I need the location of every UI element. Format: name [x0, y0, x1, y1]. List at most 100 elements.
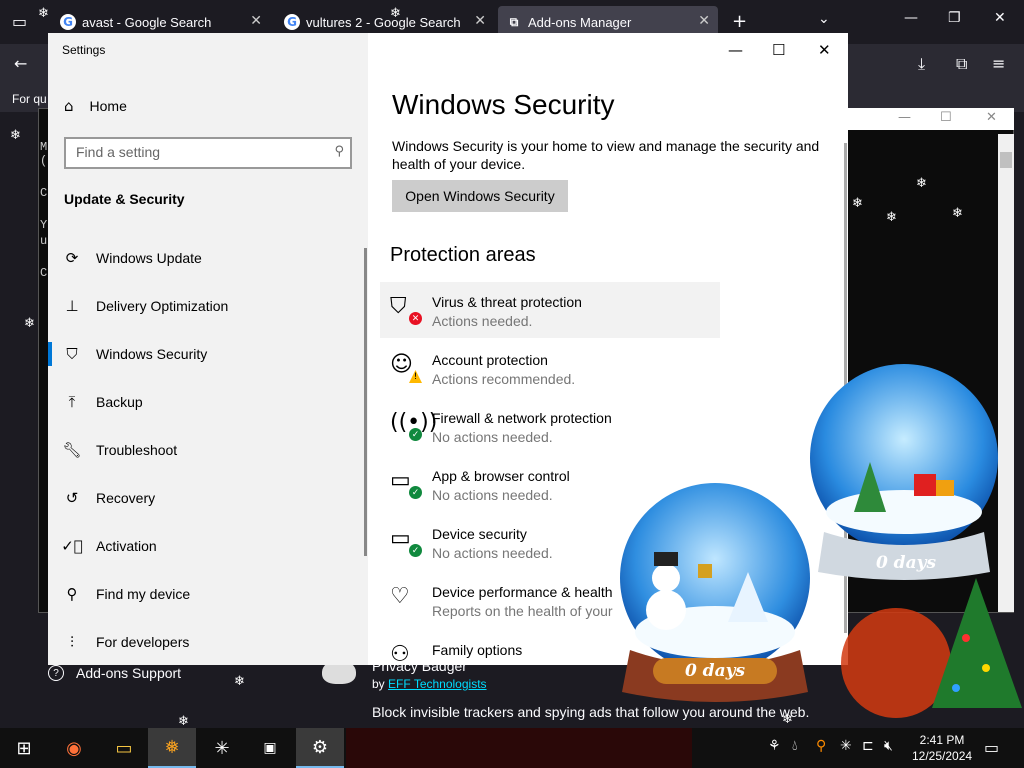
downloads-icon[interactable]: ⤓ [918, 54, 925, 74]
ok-badge-icon: ✓ [409, 544, 422, 557]
snow-globe-app-icon[interactable]: ❅ [148, 728, 196, 768]
nav-item-find-my-device[interactable]: ⚲ Find my device [48, 574, 368, 614]
snowflake-icon: ❄ [234, 674, 245, 689]
close-icon[interactable]: ✕ [818, 41, 831, 59]
window-title: Settings [62, 43, 106, 57]
tray-app-icon[interactable]: ⚘ [768, 738, 781, 754]
close-tab-icon[interactable]: ✕ [250, 13, 262, 29]
account-icon: ☺! [390, 352, 422, 383]
tray-search-icon[interactable]: ⚲ [816, 738, 826, 754]
nav-item-backup[interactable]: ⤒ Backup [48, 382, 368, 422]
open-windows-security-button[interactable]: Open Windows Security [392, 180, 568, 212]
terminal-close-icon[interactable]: ✕ [986, 110, 997, 125]
nav-item-troubleshoot[interactable]: 🔧︎ Troubleshoot [48, 430, 368, 470]
backup-arrow-icon: ⤒ [68, 393, 76, 411]
puzzle-icon: ⧉ [509, 14, 519, 29]
christmas-tree-decoration [841, 578, 1022, 718]
nav-item-delivery-optimization[interactable]: ⊥ Delivery Optimization [48, 286, 368, 326]
extensions-icon[interactable]: ⧉ [956, 54, 967, 74]
settings-gear-icon[interactable]: ⚙ [296, 728, 344, 768]
scroll-thumb[interactable] [1000, 152, 1012, 168]
browser-restore-icon[interactable]: ❐ [948, 10, 961, 26]
left-globe-days-counter: 0 days [684, 661, 746, 681]
area-status: Reports on the health of your [432, 603, 613, 619]
snowflake-icon: ❄ [916, 176, 927, 191]
nav-label: Windows Update [96, 250, 202, 266]
snowflake-app-icon[interactable]: ✳ [198, 728, 246, 768]
nav-item-for-developers[interactable]: ⫶ For developers [48, 622, 368, 662]
settings-sidebar: Settings ⌂ Home Find a setting ⚲ Update … [48, 33, 368, 665]
snowflake-icon: ❄ [38, 6, 49, 21]
new-tab-icon[interactable]: + [732, 11, 747, 32]
network-icon[interactable]: ⊏ [862, 738, 874, 754]
area-firewall-network-protection[interactable]: ((•)) ✓ Firewall & network protection No … [380, 398, 720, 454]
tray-drop-icon[interactable]: 💧︎ [792, 738, 798, 754]
author-link[interactable]: EFF Technologists [388, 677, 487, 691]
area-account-protection[interactable]: ☺! Account protection Actions recommende… [380, 340, 720, 396]
addons-support-link[interactable]: ? Add-ons Support [48, 665, 181, 681]
snowflake-icon: ❄ [178, 714, 189, 729]
nav-label: Activation [96, 538, 157, 554]
snow-globe-gifts[interactable] [804, 362, 1010, 580]
terminal-line: M [40, 140, 48, 154]
notification-center-icon[interactable]: ▭ [984, 738, 999, 757]
tab-title: avast - Google Search [82, 14, 212, 30]
nav-label: Delivery Optimization [96, 298, 229, 314]
nav-item-recovery[interactable]: ↺ Recovery [48, 478, 368, 518]
nav-item-windows-security[interactable]: ⛉ Windows Security [48, 334, 368, 374]
area-status: No actions needed. [432, 487, 553, 503]
tray-snowflake-icon[interactable]: ✳ [840, 738, 852, 754]
addons-support-label: Add-ons Support [76, 665, 182, 681]
extension-description: Block invisible trackers and spying ads … [372, 704, 810, 720]
terminal-app-icon[interactable]: ▣ [246, 728, 294, 768]
search-placeholder: Find a setting [76, 144, 161, 160]
group-title: Update & Security [64, 191, 185, 207]
area-virus-threat-protection[interactable]: ⛉ ✕ Virus & threat protection Actions nee… [380, 282, 720, 338]
tab-overflow-chevron-icon[interactable]: ⌄ [818, 11, 830, 27]
tab-list-icon[interactable]: ▭ [12, 12, 27, 31]
back-icon[interactable]: ← [14, 54, 27, 73]
check-circle-icon: ✓⃝ [61, 537, 83, 555]
maximize-icon[interactable]: ☐ [772, 41, 785, 59]
home-nav-item[interactable]: ⌂ Home [64, 97, 127, 115]
nav-item-activation[interactable]: ✓⃝ Activation [48, 526, 368, 566]
snowflake-icon: ❄ [782, 712, 793, 727]
terminal-titlebar: — ☐ ✕ [848, 108, 1014, 130]
area-name: Firewall & network protection [432, 410, 612, 426]
volume-muted-icon[interactable]: 🔇︎ [884, 738, 893, 754]
bookmark-item[interactable]: For qu [12, 92, 47, 106]
nav-label: Backup [96, 394, 143, 410]
start-windows-icon[interactable]: ⊞ [0, 728, 48, 768]
nav-item-windows-update[interactable]: ⟳ Windows Update [48, 238, 368, 278]
browser-close-icon[interactable]: ✕ [994, 10, 1006, 26]
search-icon: ⚲ [334, 144, 344, 159]
file-explorer-icon[interactable]: ▭ [100, 728, 148, 768]
browser-minimize-icon[interactable]: — [904, 10, 918, 26]
snowman-body-icon [646, 590, 686, 630]
firefox-icon[interactable]: ◉ [50, 728, 98, 768]
taskbar-clock[interactable]: 2:41 PM 12/25/2024 [912, 732, 972, 764]
gift-icon [914, 474, 936, 496]
terminal-maximize-icon[interactable]: ☐ [940, 110, 952, 125]
device-security-icon: ▭ ✓ [390, 526, 422, 557]
shield-icon: ⛉ [66, 345, 78, 363]
virus-shield-icon: ⛉ ✕ [390, 294, 422, 325]
minimize-icon[interactable]: — [728, 41, 743, 59]
terminal-minimize-icon[interactable]: — [898, 110, 911, 125]
area-status: Actions recommended. [432, 371, 576, 387]
area-name: Family options [432, 642, 523, 658]
delivery-icon: ⊥ [65, 297, 79, 315]
area-status: No actions needed. [432, 545, 553, 561]
close-tab-icon[interactable]: ✕ [474, 13, 486, 29]
nav-label: Windows Security [96, 346, 208, 362]
area-name: Account protection [432, 352, 548, 368]
snowflake-icon: ❄ [10, 128, 21, 143]
area-status: No actions needed. [432, 429, 553, 445]
close-tab-icon[interactable]: ✕ [698, 13, 710, 29]
menu-icon[interactable]: ≡ [992, 54, 1005, 73]
sidebar-scrollbar[interactable] [364, 248, 367, 556]
gift-icon [698, 564, 712, 578]
area-name: Virus & threat protection [432, 294, 582, 310]
home-label: Home [89, 98, 127, 114]
search-input[interactable]: Find a setting ⚲ [64, 137, 352, 169]
